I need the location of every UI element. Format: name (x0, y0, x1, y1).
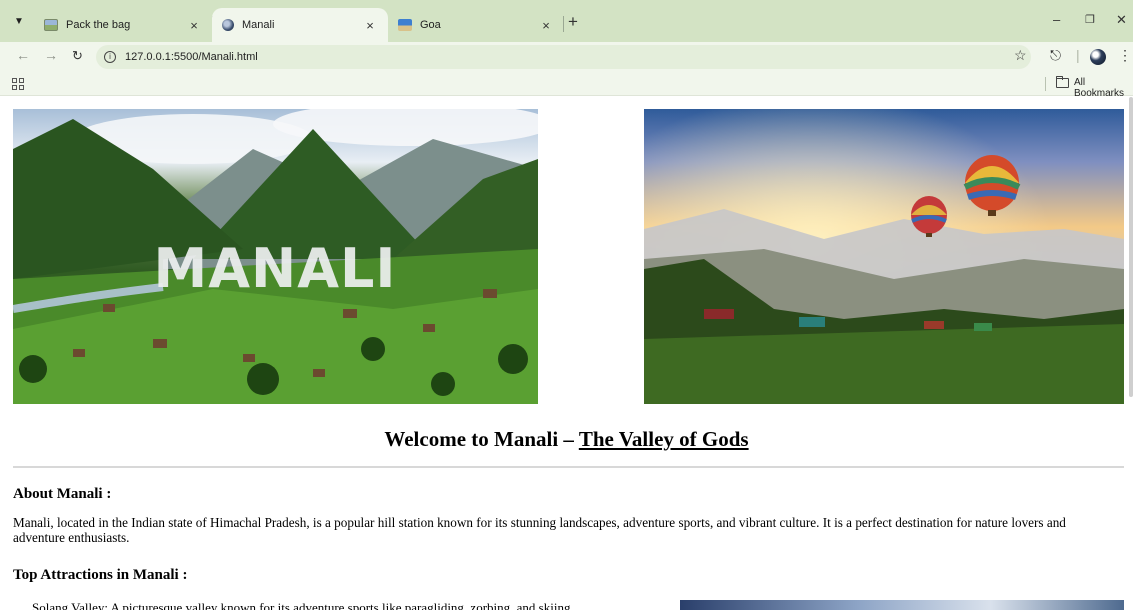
avatar[interactable] (1090, 49, 1106, 65)
tab-title: Goa (420, 19, 441, 31)
attractions-heading: Top Attractions in Manali : (13, 567, 188, 583)
about-paragraph: Manali, located in the Indian state of H… (13, 515, 1066, 545)
manali-valley-illustration: MANALI (13, 109, 538, 404)
all-bookmarks-label[interactable]: All Bookmarks (1074, 77, 1133, 99)
arrow-left-icon[interactable]: ← (16, 47, 30, 63)
minimize-icon[interactable]: – (1053, 12, 1060, 27)
valley-of-gods-link[interactable]: The Valley of Gods (579, 427, 749, 451)
tab-divider (563, 16, 564, 32)
attraction-image (680, 600, 1124, 610)
bookmarks-bar: All Bookmarks (0, 72, 1133, 99)
url-text: 127.0.0.1:5500/Manali.html (125, 51, 258, 63)
chevron-down-icon: ▼ (14, 15, 24, 27)
puzzle-icon[interactable]: ⎋ (1050, 47, 1061, 64)
list-item: Solang Valley: A picturesque valley know… (32, 600, 672, 610)
tab-manali[interactable]: Manali × (212, 8, 388, 42)
manali-valley-image: MANALI (13, 109, 538, 404)
tab-pack-the-bag[interactable]: Pack the bag × (34, 8, 212, 42)
restore-icon[interactable]: ❐ (1085, 13, 1095, 26)
reload-icon[interactable]: ↻ (72, 48, 83, 64)
close-icon[interactable]: × (362, 18, 378, 33)
info-icon[interactable]: i (104, 51, 116, 63)
new-tab-plus-icon[interactable]: + (568, 12, 578, 32)
address-bar[interactable]: i 127.0.0.1:5500/Manali.html (96, 45, 1031, 69)
globe-favicon-icon (222, 19, 234, 31)
tab-strip: ▼ Pack the bag × Manali × Goa × + – ❐ ✕ (0, 0, 1133, 42)
toolbar-divider: | (1076, 47, 1080, 63)
close-icon[interactable]: × (538, 18, 554, 33)
about-heading: About Manali : (13, 486, 112, 502)
bookmarks-divider (1045, 77, 1046, 91)
page-title: Welcome to Manali – The Valley of Gods (0, 427, 1133, 452)
beach-favicon-icon (398, 19, 412, 31)
tab-goa[interactable]: Goa × (388, 8, 564, 42)
close-icon[interactable]: × (186, 18, 202, 33)
tab-title: Pack the bag (66, 19, 131, 31)
landscape-favicon-icon (44, 19, 58, 31)
folder-icon[interactable] (1056, 76, 1069, 88)
tab-title: Manali (242, 19, 275, 31)
kebab-icon[interactable]: ⋮ (1118, 47, 1132, 64)
star-icon[interactable]: ☆ (1014, 47, 1027, 64)
section-divider (13, 466, 1124, 468)
browser-toolbar: ← → ↻ i 127.0.0.1:5500/Manali.html ☆ ⎋ |… (0, 42, 1133, 72)
page-content: MANALI Welcome to Manali – The Valley of… (0, 97, 1133, 610)
tab-search-button[interactable]: ▼ (8, 11, 30, 31)
apps-grid-icon[interactable] (12, 78, 24, 90)
close-window-icon[interactable]: ✕ (1116, 12, 1127, 28)
manali-logo-text: MANALI (153, 237, 396, 300)
hot-air-balloons-illustration (644, 109, 1124, 404)
manali-balloons-image (644, 109, 1124, 404)
page-scrollbar[interactable] (1129, 97, 1133, 397)
welcome-prefix: Welcome to Manali – (384, 427, 579, 451)
arrow-right-icon[interactable]: → (44, 47, 58, 63)
